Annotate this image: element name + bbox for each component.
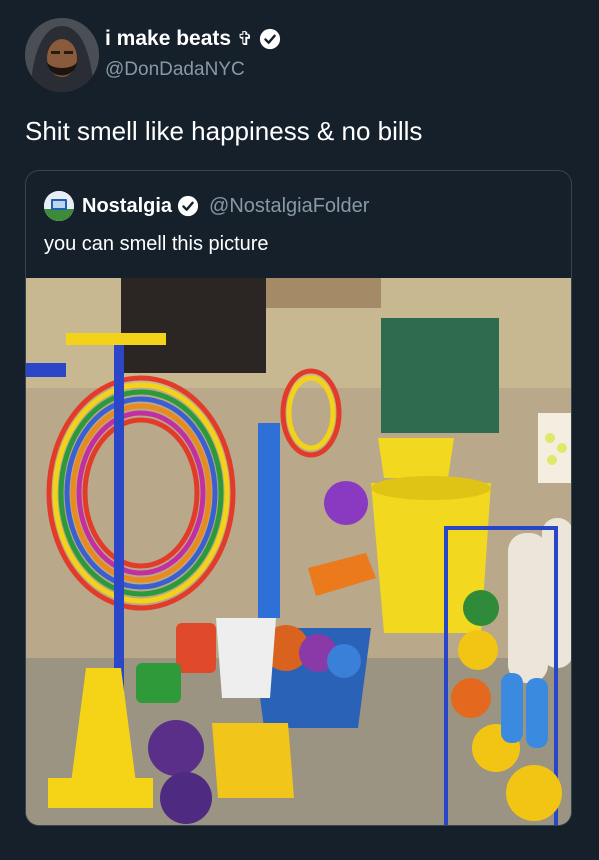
quoted-author-avatar[interactable] <box>44 191 74 221</box>
tweet-card: i make beats ✞ @DonDadaNYC Shit smell li… <box>0 0 599 860</box>
author-info: i make beats ✞ @DonDadaNYC <box>105 26 281 81</box>
quoted-author-handle[interactable]: @NostalgiaFolder <box>209 195 369 218</box>
quoted-author-name[interactable]: Nostalgia <box>82 195 172 218</box>
author-avatar[interactable] <box>25 18 99 92</box>
quoted-tweet[interactable]: Nostalgia @NostalgiaFolder you can smell… <box>25 170 572 826</box>
author-name-row: i make beats ✞ <box>105 26 281 52</box>
nostalgia-avatar-image <box>44 191 74 221</box>
quoted-tweet-header: Nostalgia @NostalgiaFolder <box>44 191 369 221</box>
verified-badge-icon <box>259 28 281 50</box>
tweet-text: Shit smell like happiness & no bills <box>25 116 423 146</box>
verified-badge-icon <box>177 195 199 217</box>
avatar-image <box>25 18 99 92</box>
author-name[interactable]: i make beats <box>105 27 231 51</box>
author-handle[interactable]: @DonDadaNYC <box>105 59 281 81</box>
gym-storage-room-photo[interactable] <box>26 278 572 826</box>
cross-emoji: ✞ <box>237 28 253 50</box>
quoted-tweet-text: you can smell this picture <box>44 233 269 255</box>
